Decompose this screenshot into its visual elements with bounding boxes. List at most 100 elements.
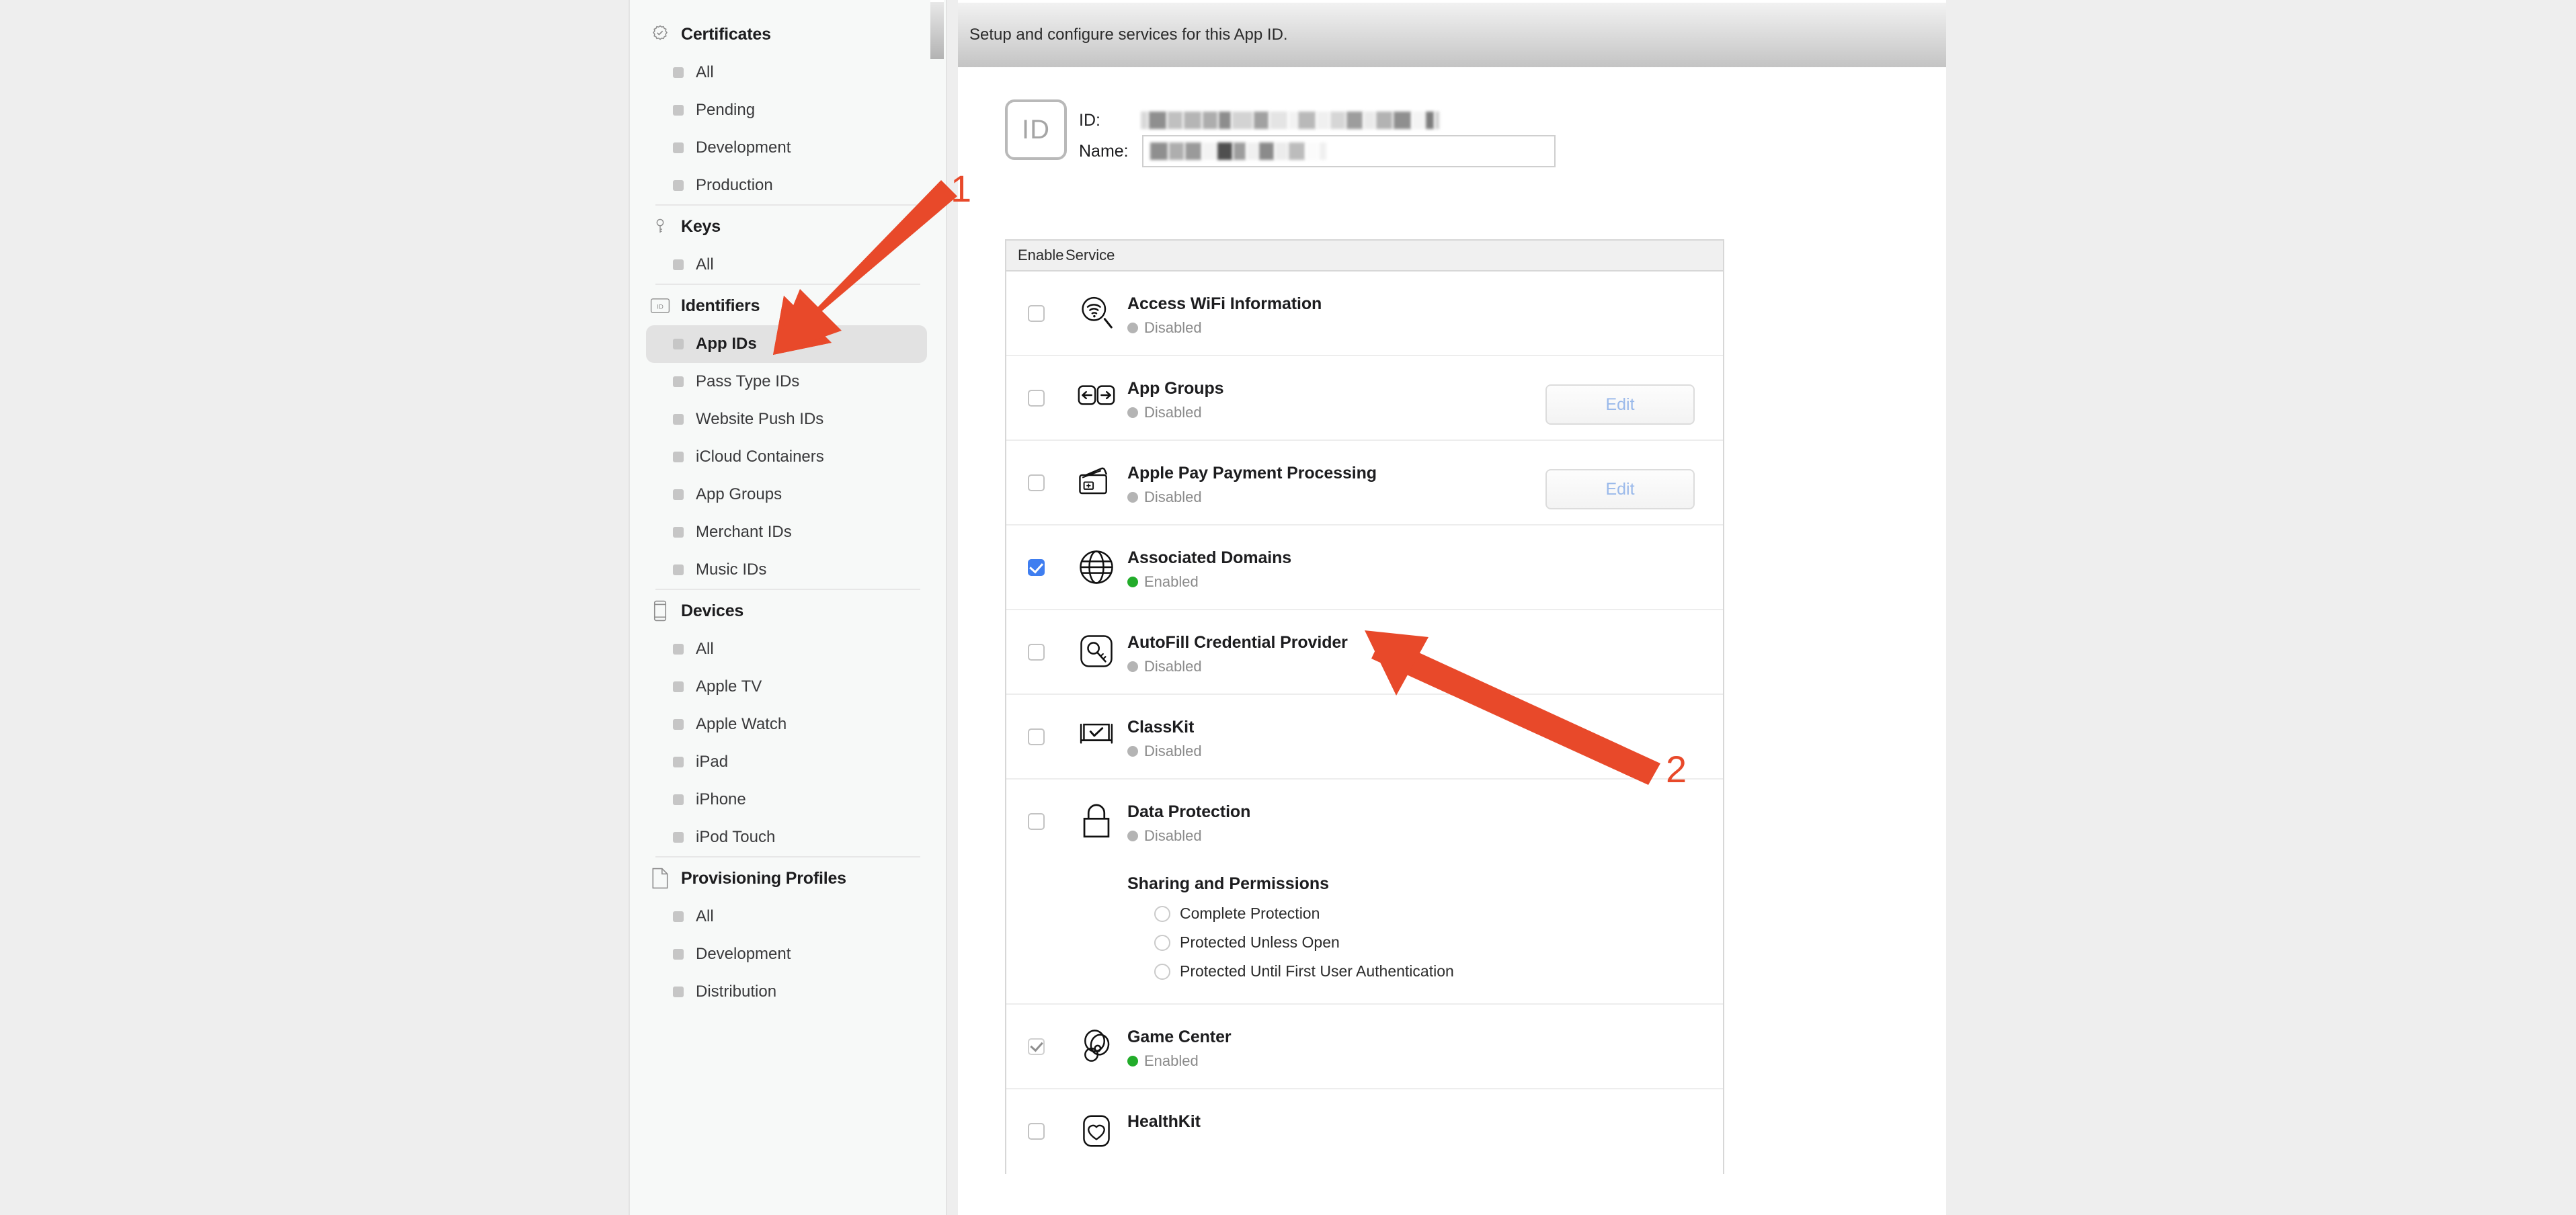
status-label: Disabled: [1144, 489, 1202, 505]
sidebar-item-label: Merchant IDs: [696, 523, 792, 541]
radio-button-icon[interactable]: [1154, 905, 1170, 922]
sidebar-item-icloud-containers[interactable]: iCloud Containers: [646, 438, 927, 476]
sidebar-item-pass-type-ids[interactable]: Pass Type IDs: [646, 363, 927, 401]
sidebar-item-iphone[interactable]: iPhone: [646, 781, 927, 819]
sidebar-item-app-groups[interactable]: App Groups: [646, 476, 927, 513]
id-badge-label: ID: [1022, 114, 1050, 144]
enable-checkbox[interactable]: [1027, 390, 1045, 407]
enable-checkbox[interactable]: [1027, 1123, 1045, 1140]
sidebar-item-pending[interactable]: Pending: [646, 91, 927, 129]
name-input[interactable]: [1142, 135, 1556, 167]
bullet-square-icon: [673, 564, 684, 575]
bullet-square-icon: [673, 832, 684, 843]
bullet-square-icon: [673, 644, 684, 655]
sidebar-group-label: Provisioning Profiles: [681, 868, 846, 888]
bullet-square-icon: [673, 527, 684, 538]
sidebar-group-identifiers: ID Identifiers: [630, 285, 946, 325]
enable-checkbox[interactable]: [1027, 728, 1045, 745]
sidebar-item-development[interactable]: Development: [646, 935, 927, 973]
sidebar-item-all[interactable]: All: [646, 898, 927, 935]
sidebar-item-label: iPad: [696, 753, 729, 771]
status-label: Disabled: [1144, 404, 1202, 421]
sidebar-item-all[interactable]: All: [646, 54, 927, 91]
sidebar-item-development[interactable]: Development: [646, 129, 927, 167]
service-name: AutoFill Credential Provider: [1127, 633, 1348, 652]
sidebar-item-ipad[interactable]: iPad: [646, 743, 927, 781]
sidebar-item-ipod-touch[interactable]: iPod Touch: [646, 819, 927, 856]
sidebar-scrollbar-thumb[interactable]: [930, 0, 944, 59]
status-label: Disabled: [1144, 827, 1202, 844]
sidebar-item-label: All: [696, 907, 714, 925]
edit-button[interactable]: Edit: [1545, 384, 1695, 425]
radio-button-icon[interactable]: [1154, 934, 1170, 951]
sidebar-content: Certificates All Pending Development Product…: [630, 0, 946, 1011]
enable-cell: [1006, 780, 1065, 830]
name-row: Name:: [1079, 135, 1556, 167]
panel-subtitle: Setup and configure services for this Ap…: [969, 26, 1288, 44]
bullet-square-icon: [673, 681, 684, 692]
radio-button-icon[interactable]: [1154, 963, 1170, 980]
service-action-cell: [1521, 695, 1723, 723]
bullet-square-icon: [673, 259, 684, 270]
service-access-wifi-information: Access WiFi Information Disabled: [1006, 271, 1723, 356]
sidebar-item-merchant-ids[interactable]: Merchant IDs: [646, 513, 927, 551]
service-action-cell: [1521, 610, 1723, 638]
service-action-cell: [1521, 526, 1723, 554]
bullet-square-icon: [673, 376, 684, 387]
status-label: Disabled: [1144, 658, 1202, 675]
id-row: ID:: [1079, 105, 1556, 136]
id-badge-icon: ID: [1005, 99, 1067, 160]
enable-checkbox[interactable]: [1027, 1038, 1045, 1055]
edit-button[interactable]: Edit: [1545, 469, 1695, 509]
enable-cell: [1006, 1005, 1065, 1055]
sidebar-item-label: Development: [696, 945, 791, 963]
name-field-label: Name:: [1079, 141, 1129, 161]
sidebar-item-website-push-ids[interactable]: Website Push IDs: [646, 401, 927, 438]
bullet-square-icon: [673, 452, 684, 462]
sidebar-item-label: App IDs: [696, 335, 757, 353]
status-badge: Disabled: [1127, 827, 1521, 845]
radio-option-complete-protection[interactable]: Complete Protection: [1127, 905, 1521, 923]
sidebar-item-apple-tv[interactable]: Apple TV: [646, 668, 927, 706]
service-text: HealthKit: [1127, 1089, 1521, 1132]
sidebar-item-app-ids[interactable]: App IDs: [646, 325, 927, 363]
service-text: Game Center Enabled: [1127, 1005, 1521, 1070]
sidebar: Certificates All Pending Development Product…: [629, 0, 947, 1215]
service-apple-pay-payment-processing: Apple Pay Payment Processing Disabled Edit: [1006, 441, 1723, 526]
sidebar-item-distribution[interactable]: Distribution: [646, 973, 927, 1011]
status-badge: Disabled: [1127, 743, 1521, 760]
service-name: Access WiFi Information: [1127, 294, 1322, 313]
globe-icon: [1065, 526, 1127, 585]
enable-checkbox[interactable]: [1027, 474, 1045, 491]
key-icon: [649, 215, 672, 238]
status-badge: Disabled: [1127, 658, 1521, 675]
sidebar-item-label: iCloud Containers: [696, 448, 824, 466]
sidebar-item-apple-watch[interactable]: Apple Watch: [646, 706, 927, 743]
service-action-cell: Edit: [1521, 356, 1723, 425]
radio-option-protected-until-first-user-authentication[interactable]: Protected Until First User Authenticatio…: [1127, 962, 1521, 980]
sidebar-item-production[interactable]: Production: [646, 167, 927, 204]
name-value-redacted: [1150, 142, 1328, 160]
bullet-square-icon: [673, 911, 684, 922]
service-name: App Groups: [1127, 379, 1224, 398]
sidebar-group-keys: Keys: [630, 206, 946, 246]
bullet-square-icon: [673, 339, 684, 349]
sidebar-item-label: Pending: [696, 101, 756, 119]
radio-label: Protected Until First User Authenticatio…: [1180, 962, 1454, 980]
sidebar-item-music-ids[interactable]: Music IDs: [646, 551, 927, 589]
enable-checkbox[interactable]: [1027, 813, 1045, 830]
sidebar-group-label: Certificates: [681, 24, 771, 44]
enable-checkbox[interactable]: [1027, 305, 1045, 322]
sidebar-item-label: All: [696, 63, 714, 81]
sidebar-group-provisioning-profiles: Provisioning Profiles: [630, 857, 946, 898]
enable-checkbox[interactable]: [1027, 644, 1045, 661]
key-rounded-square-icon: [1065, 610, 1127, 668]
sidebar-item-all[interactable]: All: [646, 246, 927, 284]
service-text: Apple Pay Payment Processing Disabled: [1127, 441, 1521, 506]
sidebar-item-all[interactable]: All: [646, 630, 927, 668]
radio-option-protected-unless-open[interactable]: Protected Unless Open: [1127, 933, 1521, 952]
sidebar-item-label: All: [696, 255, 714, 274]
enable-checkbox[interactable]: [1027, 559, 1045, 576]
id-field-label: ID:: [1079, 110, 1100, 130]
annotation-label-2: 2: [1666, 748, 1687, 790]
